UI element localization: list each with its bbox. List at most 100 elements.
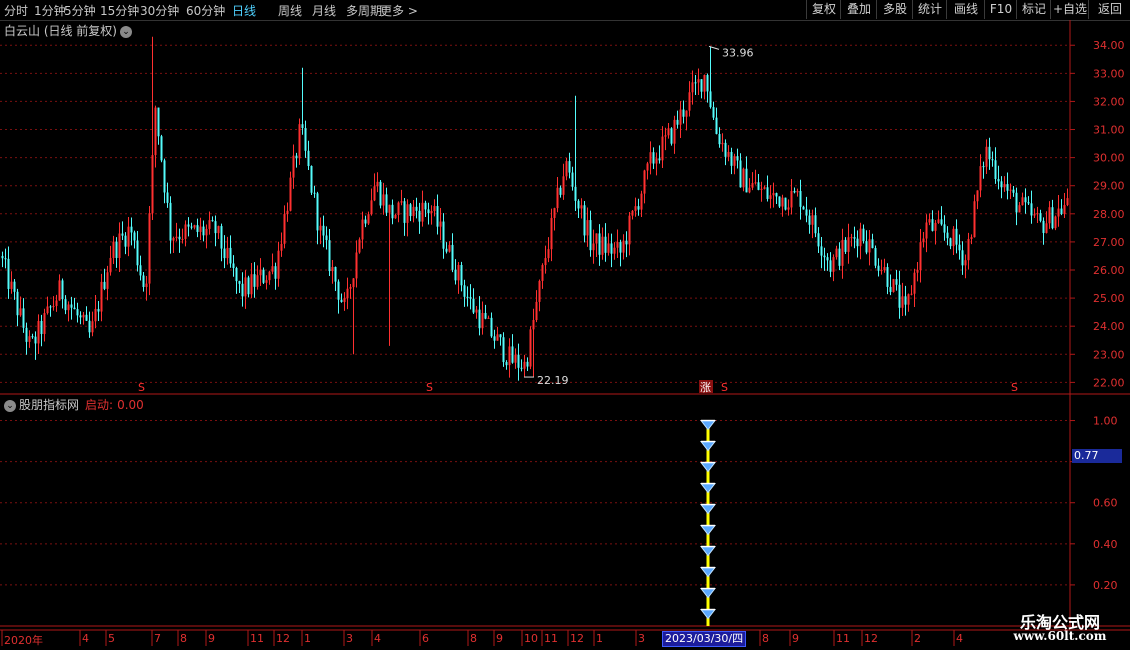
candle-body — [328, 240, 331, 272]
candle-body — [427, 209, 430, 214]
candle-body — [493, 336, 496, 341]
indicator-tick-label: 0.20 — [1093, 579, 1118, 592]
diamond-icon — [699, 525, 717, 536]
candle-body — [265, 280, 268, 283]
candle-body — [655, 158, 658, 164]
candle-body — [583, 205, 586, 236]
candle-body — [784, 197, 787, 210]
candle-body — [709, 91, 712, 108]
candle-body — [916, 269, 919, 273]
candle-body — [349, 287, 352, 289]
candle-body — [679, 109, 682, 125]
candle-body — [739, 160, 742, 188]
y-tick-label: 24.00 — [1093, 320, 1125, 333]
chart-canvas: 34.0033.0032.0031.0030.0029.0028.0027.00… — [0, 20, 1130, 646]
y-tick-label: 23.00 — [1093, 348, 1125, 361]
candles — [1, 36, 1069, 381]
candle-body — [697, 79, 700, 83]
candle-body — [730, 151, 733, 166]
candle-body — [841, 239, 844, 266]
candle-body — [634, 206, 637, 211]
candle-body — [1021, 197, 1024, 206]
candle-body — [592, 243, 595, 251]
candle-body — [94, 308, 97, 322]
candle-body — [298, 124, 301, 159]
candle-body — [364, 219, 367, 224]
candle-body — [448, 244, 451, 252]
candle-body — [724, 142, 727, 157]
x-tick-label: 9 — [208, 632, 215, 645]
candle-body — [898, 284, 901, 308]
candle-body — [511, 346, 514, 363]
candle-body — [502, 337, 505, 363]
candle-body — [628, 215, 631, 245]
candle-body — [247, 277, 250, 295]
candle-body — [154, 107, 157, 156]
candle-body — [802, 206, 805, 210]
indicator-header: ⌄ 股朋指标网 启动: 0.00 — [4, 396, 144, 413]
candle-body — [667, 128, 670, 136]
candle-body — [700, 79, 703, 92]
indicator-name[interactable]: 股朋指标网 — [19, 398, 79, 412]
candle-body — [370, 200, 373, 215]
indicator-tick-label: 0.60 — [1093, 497, 1118, 510]
candle-body — [823, 255, 826, 258]
candle-body — [1024, 197, 1027, 203]
candle-body — [385, 194, 388, 213]
candle-body — [490, 317, 493, 337]
candle-body — [1033, 214, 1036, 216]
candle-body — [451, 244, 454, 270]
candle-body — [919, 242, 922, 270]
candle-body — [484, 312, 487, 319]
candle-body — [796, 190, 799, 193]
candle-body — [520, 367, 523, 369]
candle-body — [415, 206, 418, 211]
candle-body — [958, 244, 961, 251]
candle-body — [847, 237, 850, 252]
candle-body — [61, 280, 64, 300]
candle-body — [742, 168, 745, 188]
candle-body — [58, 280, 61, 301]
candle-body — [403, 201, 406, 223]
y-tick-label: 30.00 — [1093, 152, 1125, 165]
candle-body — [619, 242, 622, 253]
chevron-down-icon[interactable]: ⌄ — [4, 399, 16, 412]
candle-body — [694, 82, 697, 84]
candle-body — [727, 151, 730, 157]
candle-body — [964, 260, 967, 266]
candle-body — [853, 237, 856, 239]
candle-body — [319, 225, 322, 231]
candle-body — [421, 202, 424, 222]
candle-body — [292, 155, 295, 178]
candle-body — [1027, 202, 1030, 204]
candle-body — [28, 336, 31, 342]
candle-body — [976, 190, 979, 202]
candle-body — [109, 257, 112, 273]
candle-body — [313, 192, 316, 194]
candle-body — [712, 107, 715, 118]
candle-body — [358, 239, 361, 253]
candle-body — [607, 243, 610, 253]
candle-body — [382, 194, 385, 206]
candle-body — [439, 221, 442, 227]
candle-body — [307, 150, 310, 167]
candle-body — [844, 239, 847, 252]
s-marker: S — [1011, 381, 1018, 394]
candle-body — [13, 281, 16, 292]
candle-body — [601, 236, 604, 255]
candle-body — [100, 281, 103, 312]
candle-body — [922, 238, 925, 243]
candle-body — [925, 222, 928, 239]
candle-body — [829, 260, 832, 272]
x-tick-label: 5 — [108, 632, 115, 645]
candle-body — [910, 293, 913, 295]
candle-body — [838, 248, 841, 266]
y-tick-label: 31.00 — [1093, 124, 1125, 137]
candle-body — [25, 327, 28, 342]
chevron-down-icon[interactable]: ⌄ — [120, 25, 132, 38]
candle-body — [604, 236, 607, 253]
stock-title: 白云山 (日线 前复权) — [4, 24, 117, 38]
candle-body — [1039, 213, 1042, 221]
candle-body — [565, 161, 568, 177]
candle-body — [226, 247, 229, 259]
